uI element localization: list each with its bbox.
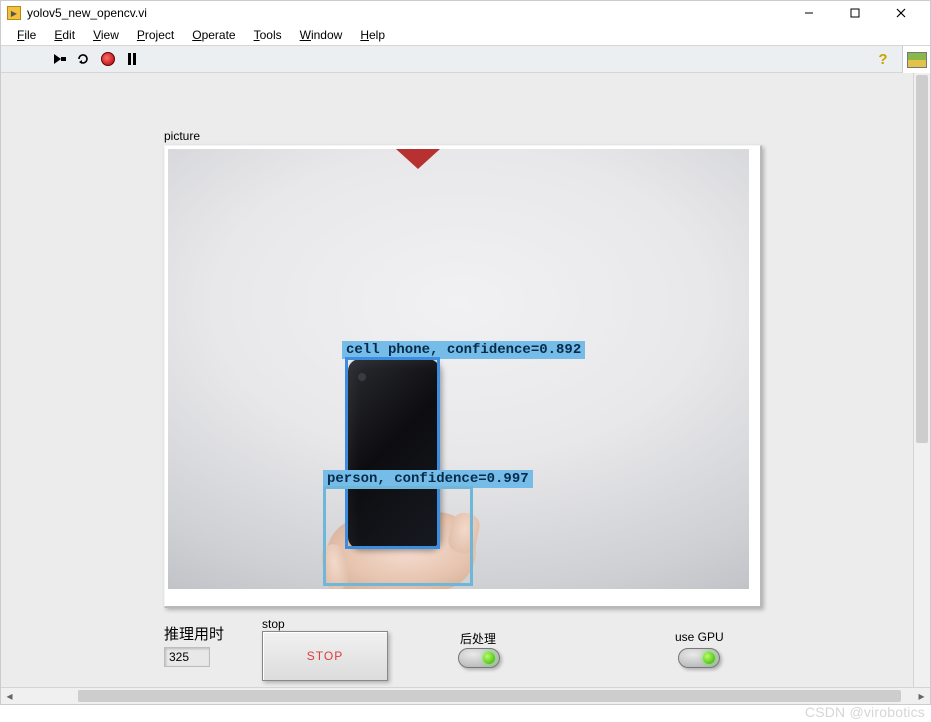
close-button[interactable] [878, 1, 924, 25]
labview-vi-icon: ▶ [7, 6, 21, 20]
menu-edit[interactable]: Edit [46, 27, 83, 43]
toolbar: ? [1, 45, 930, 73]
menu-project[interactable]: Project [129, 27, 182, 43]
toggle-led-icon [483, 652, 495, 664]
picture-indicator: cell phone, confidence=0.892 person, con… [164, 145, 762, 608]
picture-label: picture [164, 129, 200, 143]
red-corner-decor [396, 149, 440, 169]
scrollbar-thumb[interactable] [78, 690, 901, 702]
pause-button-icon[interactable] [123, 50, 141, 68]
postprocess-label: 后处理 [460, 630, 496, 647]
stop-button[interactable]: STOP [262, 631, 388, 681]
menu-tools[interactable]: Tools [246, 27, 290, 43]
vi-icon[interactable] [902, 46, 930, 74]
menu-view[interactable]: View [85, 27, 127, 43]
abort-button-icon[interactable] [99, 50, 117, 68]
scrollbar-thumb[interactable] [916, 75, 928, 443]
menu-operate[interactable]: Operate [184, 27, 243, 43]
horizontal-scrollbar[interactable]: ◂ ▸ [1, 687, 930, 704]
postprocess-toggle[interactable] [458, 648, 500, 668]
run-continuously-icon[interactable] [75, 50, 93, 68]
use-gpu-label: use GPU [675, 630, 724, 644]
watermark-text: CSDN @virobotics [805, 704, 925, 720]
app-window: ▶ yolov5_new_opencv.vi File Edit View Pr… [0, 0, 931, 705]
menu-help[interactable]: Help [352, 27, 393, 43]
minimize-button[interactable] [786, 1, 832, 25]
menu-file[interactable]: File [9, 27, 44, 43]
menu-bar: File Edit View Project Operate Tools Win… [1, 25, 930, 45]
vertical-scrollbar[interactable] [913, 73, 930, 687]
maximize-button[interactable] [832, 1, 878, 25]
use-gpu-toggle[interactable] [678, 648, 720, 668]
context-help-icon[interactable]: ? [874, 50, 892, 68]
toggle-led-icon [703, 652, 715, 664]
inference-time-label: 推理用时 [164, 623, 224, 644]
menu-window[interactable]: Window [292, 27, 351, 43]
stop-button-text: STOP [307, 649, 343, 663]
inference-time-value: 325 [164, 647, 210, 667]
scroll-right-arrow-icon[interactable]: ▸ [913, 688, 930, 705]
window-title: yolov5_new_opencv.vi [27, 6, 147, 20]
scroll-left-arrow-icon[interactable]: ◂ [1, 688, 18, 705]
bbox-person [323, 486, 473, 586]
run-button-icon[interactable] [51, 50, 69, 68]
titlebar: ▶ yolov5_new_opencv.vi [1, 1, 930, 25]
stop-label: stop [262, 617, 285, 631]
front-panel: picture cell phone, confidence=0.892 per… [1, 73, 930, 704]
camera-image: cell phone, confidence=0.892 person, con… [168, 149, 752, 589]
